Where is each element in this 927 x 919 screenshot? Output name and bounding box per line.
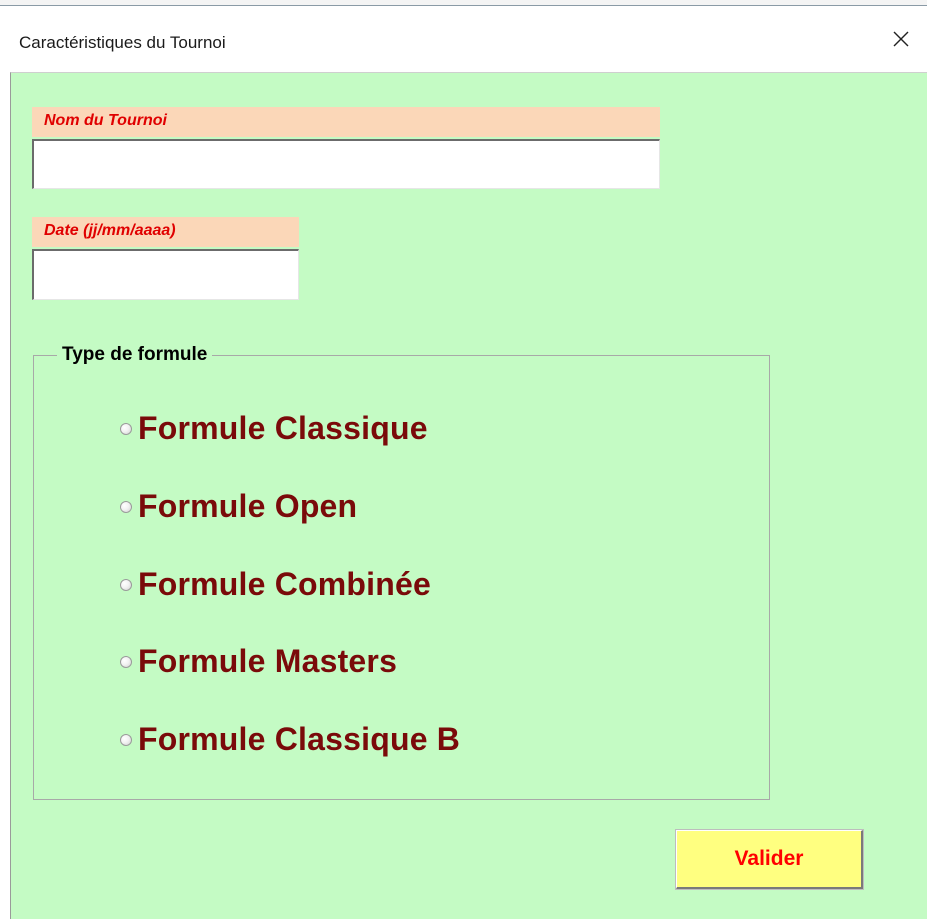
radio-label: Formule Open xyxy=(138,488,358,524)
tournament-name-input[interactable] xyxy=(32,139,660,189)
title-bar[interactable]: Caractéristiques du Tournoi xyxy=(0,6,927,72)
radio-formule-open[interactable]: Formule Open xyxy=(120,486,357,526)
date-input[interactable] xyxy=(32,249,299,300)
close-button[interactable] xyxy=(875,6,927,72)
radio-button-icon[interactable] xyxy=(120,579,132,591)
valider-button[interactable]: Valider xyxy=(676,830,863,889)
radio-formule-masters[interactable]: Formule Masters xyxy=(120,641,397,681)
window-title: Caractéristiques du Tournoi xyxy=(19,33,226,52)
dialog-body: Nom du Tournoi Date (jj/mm/aaaa) Type de… xyxy=(10,72,927,919)
date-label: Date (jj/mm/aaaa) xyxy=(32,217,299,247)
radio-formule-combinee[interactable]: Formule Combinée xyxy=(120,564,431,604)
radio-formule-classique-b[interactable]: Formule Classique B xyxy=(120,719,460,759)
radio-formule-classique[interactable]: Formule Classique xyxy=(120,408,428,448)
radio-label: Formule Masters xyxy=(138,643,398,679)
radio-label: Formule Classique B xyxy=(138,721,461,757)
radio-label: Formule Combinée xyxy=(138,566,432,602)
tournament-name-label: Nom du Tournoi xyxy=(32,107,660,137)
radio-button-icon[interactable] xyxy=(120,656,132,668)
formula-type-group: Type de formule Formule Classique Formul… xyxy=(33,344,770,800)
radio-button-icon[interactable] xyxy=(120,734,132,746)
dialog-window: Caractéristiques du Tournoi Nom du Tourn… xyxy=(0,0,927,919)
radio-button-icon[interactable] xyxy=(120,423,132,435)
radio-label: Formule Classique xyxy=(138,410,428,446)
formula-type-legend: Type de formule xyxy=(57,344,213,366)
radio-button-icon[interactable] xyxy=(120,501,132,513)
close-icon xyxy=(893,31,909,47)
